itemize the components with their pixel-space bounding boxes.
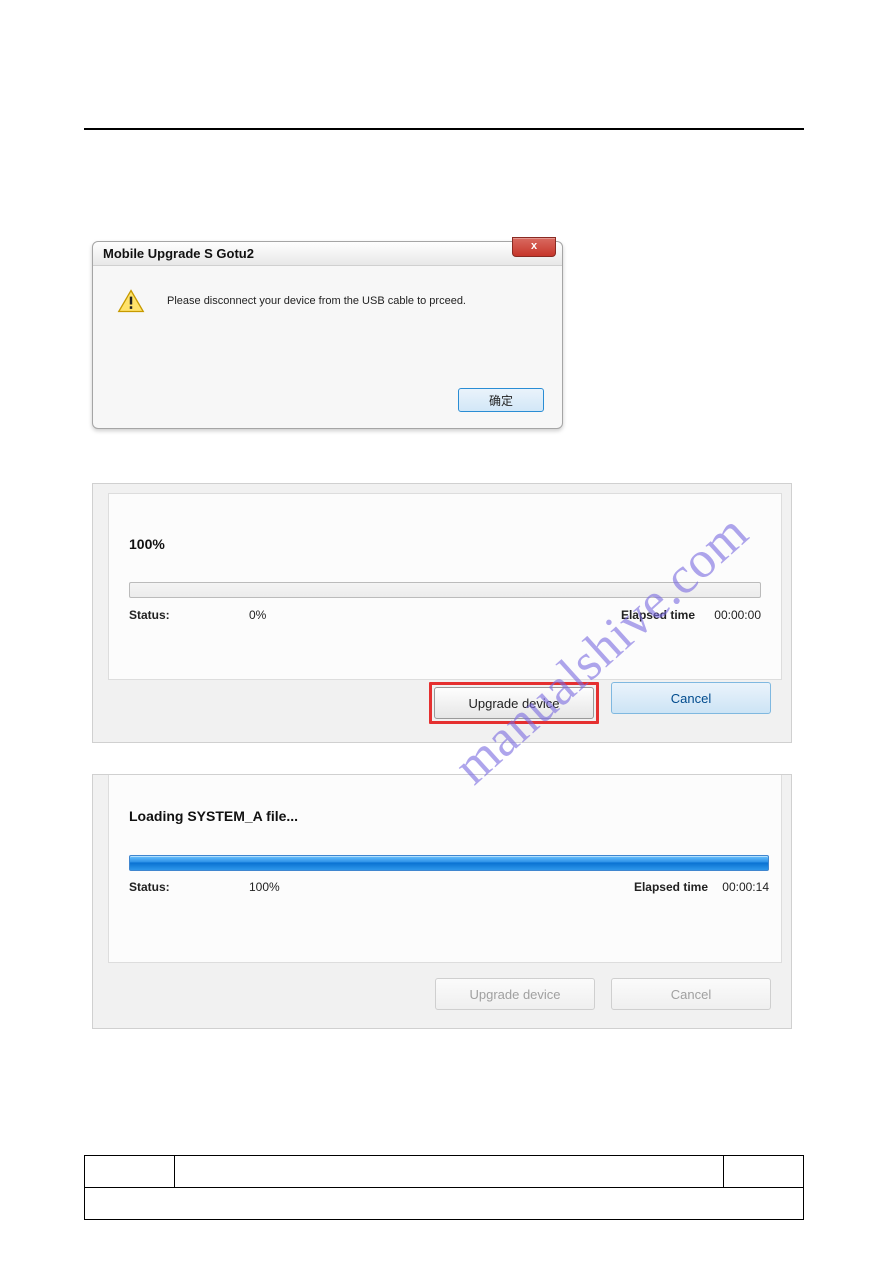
status-value: 100% [249, 880, 280, 894]
cancel-button[interactable]: Cancel [611, 682, 771, 714]
progress-bar-full [129, 855, 769, 871]
dialog-footer: 确定 [458, 388, 544, 412]
percent-label: 100% [129, 536, 165, 552]
elapsed-value: 00:00:14 [722, 880, 769, 894]
dialog-titlebar: Mobile Upgrade S Gotu2 x [93, 242, 562, 266]
loading-label: Loading SYSTEM_A file... [129, 808, 298, 824]
progress-area: Loading SYSTEM_A file... Status: 100% El… [108, 775, 782, 963]
footer-cell [85, 1188, 804, 1220]
status-row: Status: 100% Elapsed time 00:00:14 [129, 880, 769, 894]
footer-row-2 [85, 1188, 804, 1220]
status-row: Status: 0% Elapsed time 00:00:00 [129, 608, 761, 622]
button-row: Upgrade device Cancel [435, 978, 771, 1010]
elapsed-label: Elapsed time [634, 880, 708, 894]
dialog-message: Please disconnect your device from the U… [167, 295, 466, 307]
progress-bar-empty [129, 582, 761, 598]
highlight-frame: Upgrade device [429, 682, 599, 724]
footer-table [84, 1155, 804, 1220]
progress-area: 100% Status: 0% Elapsed time 00:00:00 [108, 493, 782, 680]
disconnect-dialog: Mobile Upgrade S Gotu2 x Please disconne… [92, 241, 563, 429]
footer-cell [85, 1156, 175, 1188]
cancel-button-disabled: Cancel [611, 978, 771, 1010]
page-header-rule [84, 128, 804, 130]
elapsed-value: 00:00:00 [714, 608, 761, 622]
close-icon: x [531, 240, 537, 252]
upgrade-device-button[interactable]: Upgrade device [434, 687, 594, 719]
status-label: Status: [129, 608, 170, 622]
ok-button[interactable]: 确定 [458, 388, 544, 412]
close-button[interactable]: x [512, 237, 556, 257]
upgrade-panel-ready: 100% Status: 0% Elapsed time 00:00:00 Up… [92, 483, 792, 743]
upgrade-device-button-disabled: Upgrade device [435, 978, 595, 1010]
status-label: Status: [129, 880, 170, 894]
upgrade-panel-loading: Loading SYSTEM_A file... Status: 100% El… [92, 774, 792, 1029]
footer-cell [174, 1156, 723, 1188]
footer-cell [724, 1156, 804, 1188]
button-row: Upgrade device Cancel [429, 682, 771, 724]
dialog-title: Mobile Upgrade S Gotu2 [103, 246, 254, 261]
status-value: 0% [249, 608, 266, 622]
elapsed-label: Elapsed time [621, 608, 695, 622]
dialog-body: Please disconnect your device from the U… [93, 266, 562, 324]
warning-icon [117, 288, 145, 314]
footer-row-1 [85, 1156, 804, 1188]
